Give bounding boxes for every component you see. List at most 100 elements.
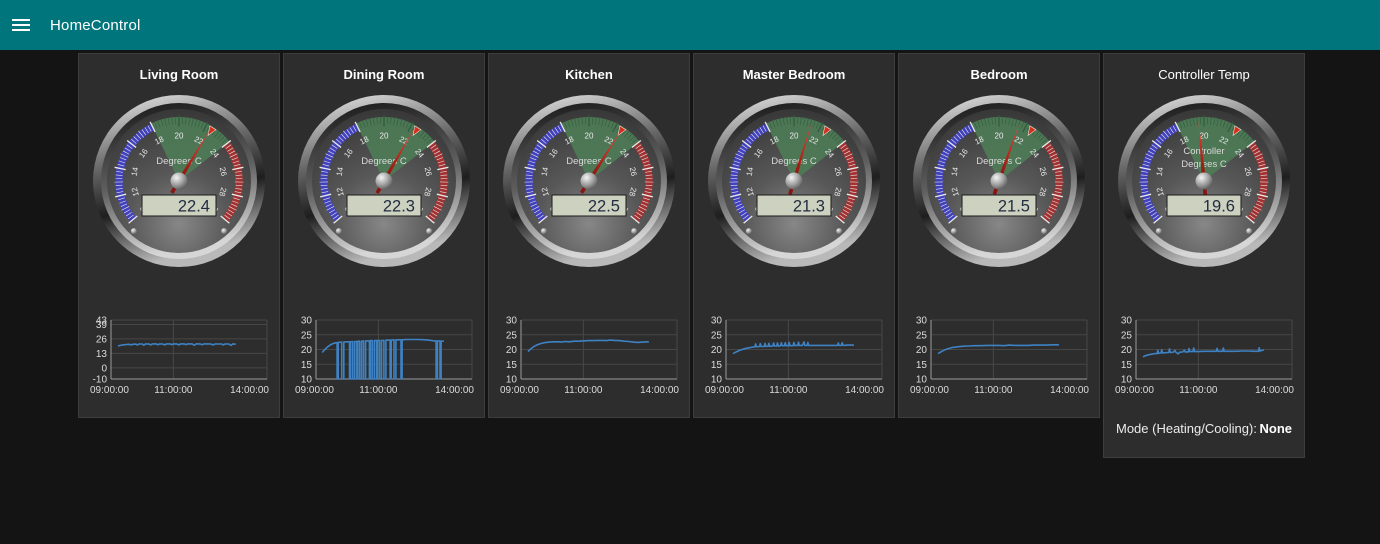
gauge-screw-icon [130,228,137,235]
hamburger-menu-icon[interactable] [12,15,38,35]
gauge-hub [785,172,803,190]
chart-y-tick-label: 26 [96,334,108,345]
chart-temperature-line [732,340,854,355]
panel-title: Controller Temp [1158,67,1250,82]
chart-x-tick-label: 14:00:00 [435,385,474,396]
gauge-hub [170,172,188,190]
gauge-hub [990,172,1008,190]
temperature-gauge: 1012141618202224262830Degrees C22.3 [298,95,470,267]
chart-x-tick-label: 11:00:00 [974,385,1013,396]
gauge-lcd-value: 22.4 [178,198,210,216]
chart-x-tick-label: 09:00:00 [910,385,949,396]
chart-y-tick-label: 30 [711,316,723,327]
chart-y-tick-label: 20 [711,345,723,356]
mode-label: Mode (Heating/Cooling): [1116,421,1257,436]
chart-y-tick-label: 25 [916,330,928,341]
chart-y-tick-label: -10 [93,375,108,386]
chart-x-tick-label: 11:00:00 [1179,385,1218,396]
temperature-history-chart: 433926130-1009:00:00 11:00:00 14:00:00 [90,316,269,397]
temperature-gauge: 1012141618202224262830Degrees C22.4 [93,95,265,267]
gauge-hub [580,172,598,190]
gauge-lcd-value: 22.3 [383,198,415,216]
chart-y-tick-label: 15 [301,360,313,371]
chart-y-tick-label: 15 [711,360,723,371]
chart-x-tick-label: 14:00:00 [1255,385,1294,396]
chart-y-tick-label: 25 [711,330,723,341]
gauge-screw-icon [540,228,547,235]
gauge-scale-number: 20 [175,132,184,141]
chart-y-tick-label: 25 [506,330,518,341]
panel-title: Bedroom [970,67,1028,82]
temperature-gauge: 1012141618202224262830Degrees C22.5 [503,95,675,267]
gauge-scale-number: 20 [790,132,799,141]
chart-temperature-line [117,343,236,347]
gauge-screw-icon [426,228,433,235]
panel-title: Master Bedroom [742,67,846,82]
panel-title: Dining Room [343,67,425,82]
chart-y-tick-label: 15 [506,360,518,371]
chart-x-tick-label: 11:00:00 [564,385,603,396]
gauge-unit-label: Degrees C [361,156,407,167]
chart-x-tick-label: 09:00:00 [1115,385,1154,396]
gauge-lcd-value: 22.5 [588,198,620,216]
gauge-scale-number: 20 [1200,132,1209,141]
chart-y-tick-label: 10 [711,375,723,386]
temperature-history-chart: 30 25 20 15 1009:00:00 11:00:00 14:00:00 [295,316,474,397]
chart-y-tick-label: 15 [1121,360,1133,371]
gauge-lcd-value: 21.5 [998,198,1030,216]
chart-x-tick-label: 11:00:00 [154,385,193,396]
gauge-lcd-value: 21.3 [793,198,825,216]
chart-y-tick-label: 39 [96,320,108,331]
chart-temperature-line [321,338,444,380]
temperature-gauge: 1012141618202224262830Degrees C21.5 [913,95,1085,267]
chart-y-tick-label: 10 [301,375,313,386]
temperature-history-chart: 30 25 20 15 1009:00:00 11:00:00 14:00:00 [910,316,1089,397]
gauge-screw-icon [631,228,638,235]
chart-y-tick-label: 10 [916,375,928,386]
temperature-history-chart: 30 25 20 15 1009:00:00 11:00:00 14:00:00 [500,316,679,397]
panels-row: Living Room 1012141618202224262830Degree… [0,50,1380,458]
chart-y-tick-label: 30 [506,316,518,327]
gauge-screw-icon [1246,228,1253,235]
gauge-unit-label: Degrees C [156,156,202,167]
chart-x-tick-label: 09:00:00 [500,385,539,396]
gauge-screw-icon [745,228,752,235]
temperature-history-chart: 30 25 20 15 1009:00:00 11:00:00 14:00:00 [1115,316,1294,397]
chart-x-tick-label: 09:00:00 [295,385,334,396]
chart-y-tick-label: 15 [916,360,928,371]
chart-x-tick-label: 14:00:00 [845,385,884,396]
chart-y-tick-label: 25 [1121,330,1133,341]
chart-x-tick-label: 14:00:00 [640,385,679,396]
panel-kitchen: Kitchen 1012141618202224262830Degrees C2… [488,53,690,418]
app-header: HomeControl [0,0,1380,50]
chart-x-tick-label: 14:00:00 [230,385,269,396]
gauge-screw-icon [335,228,342,235]
gauge-unit-label: Controller [1183,146,1224,157]
panel-bedroom: Bedroom 1012141618202224262830Degrees C2… [898,53,1100,418]
gauge-scale-number: 20 [380,132,389,141]
panel-title: Kitchen [565,67,613,82]
chart-y-tick-label: 20 [916,345,928,356]
chart-x-tick-label: 09:00:00 [705,385,744,396]
gauge-screw-icon [1155,228,1162,235]
temperature-gauge: 1012141618202224262830ControllerDegrees … [1118,95,1290,267]
temperature-gauge: 1012141618202224262830Degrees C21.3 [708,95,880,267]
chart-y-tick-label: 30 [1121,316,1133,327]
gauge-hub [1195,172,1213,190]
temperature-history-chart: 30 25 20 15 1009:00:00 11:00:00 14:00:00 [705,316,884,397]
gauge-lcd-value: 19.6 [1203,198,1235,216]
mode-value: None [1259,421,1293,436]
chart-y-tick-label: 30 [301,316,313,327]
chart-x-tick-label: 09:00:00 [90,385,129,396]
chart-y-tick-label: 20 [506,345,518,356]
chart-y-tick-label: 30 [916,316,928,327]
chart-x-tick-label: 11:00:00 [359,385,398,396]
gauge-unit-label: Degrees C [771,156,817,167]
chart-y-tick-label: 25 [301,330,313,341]
gauge-scale-number: 20 [995,132,1004,141]
chart-x-tick-label: 11:00:00 [769,385,808,396]
chart-y-tick-label: 0 [101,363,107,374]
panel-master-bedroom: Master Bedroom 1012141618202224262830Deg… [693,53,895,418]
gauge-screw-icon [1041,228,1048,235]
gauge-screw-icon [221,228,228,235]
